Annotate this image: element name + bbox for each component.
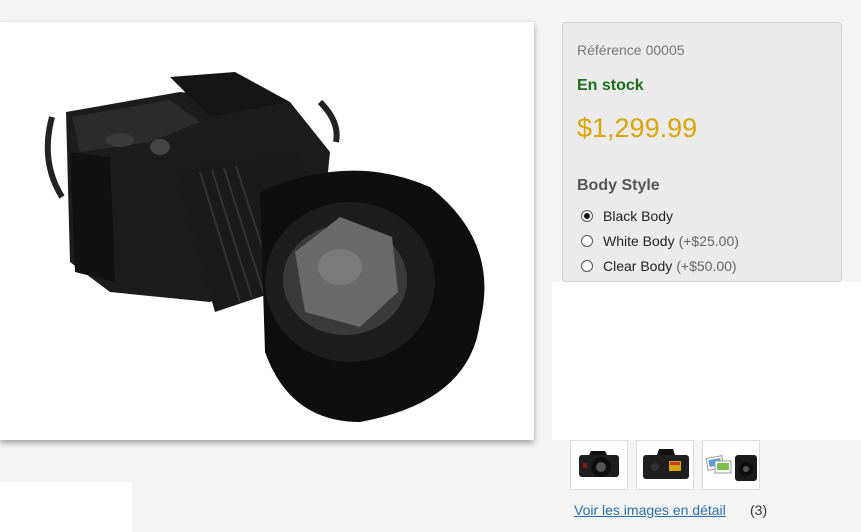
- product-price: $1,299.99: [577, 113, 698, 143]
- radio-black-body[interactable]: [581, 209, 593, 222]
- blank-overlay: [552, 282, 861, 440]
- thumbnail-camera-front[interactable]: [570, 440, 628, 490]
- image-count: (3): [750, 502, 768, 518]
- camera-photos-thumbnail-icon: [705, 455, 757, 481]
- stock-status: En stock: [577, 77, 644, 94]
- reference-label: Référence: [577, 42, 642, 58]
- option-clear-body[interactable]: Clear Body (+$50.00): [581, 253, 739, 278]
- option-white-body[interactable]: White Body (+$25.00): [581, 228, 739, 253]
- thumbnail-camera-back[interactable]: [636, 440, 694, 490]
- blank-area: [0, 482, 132, 532]
- thumbnail-camera-with-photos[interactable]: [702, 440, 760, 490]
- product-info-panel: Référence 00005 En stock $1,299.99 Body S…: [562, 22, 842, 282]
- option-label: Black Body: [603, 207, 674, 224]
- option-surcharge: (+$25.00): [678, 232, 739, 249]
- radio-clear-body[interactable]: [581, 259, 593, 272]
- camera-thumbnail-icon: [579, 451, 619, 477]
- main-product-image[interactable]: [0, 22, 534, 440]
- radio-white-body[interactable]: [581, 234, 593, 247]
- reference-value: 00005: [645, 42, 685, 58]
- view-images-link[interactable]: Voir les images en détail: [574, 502, 726, 518]
- camera-illustration: [44, 72, 485, 422]
- reference: Référence 00005: [577, 42, 685, 58]
- option-surcharge: (+$50.00): [676, 257, 737, 274]
- option-group-title: Body Style: [577, 177, 660, 194]
- option-label: Clear Body: [603, 257, 673, 274]
- option-label: White Body: [603, 232, 675, 249]
- thumbnail-strip: [570, 440, 760, 490]
- body-style-options: Black Body White Body (+$25.00) Clear Bo…: [581, 203, 739, 278]
- camera-back-thumbnail-icon: [643, 449, 689, 479]
- option-black-body[interactable]: Black Body: [581, 203, 739, 228]
